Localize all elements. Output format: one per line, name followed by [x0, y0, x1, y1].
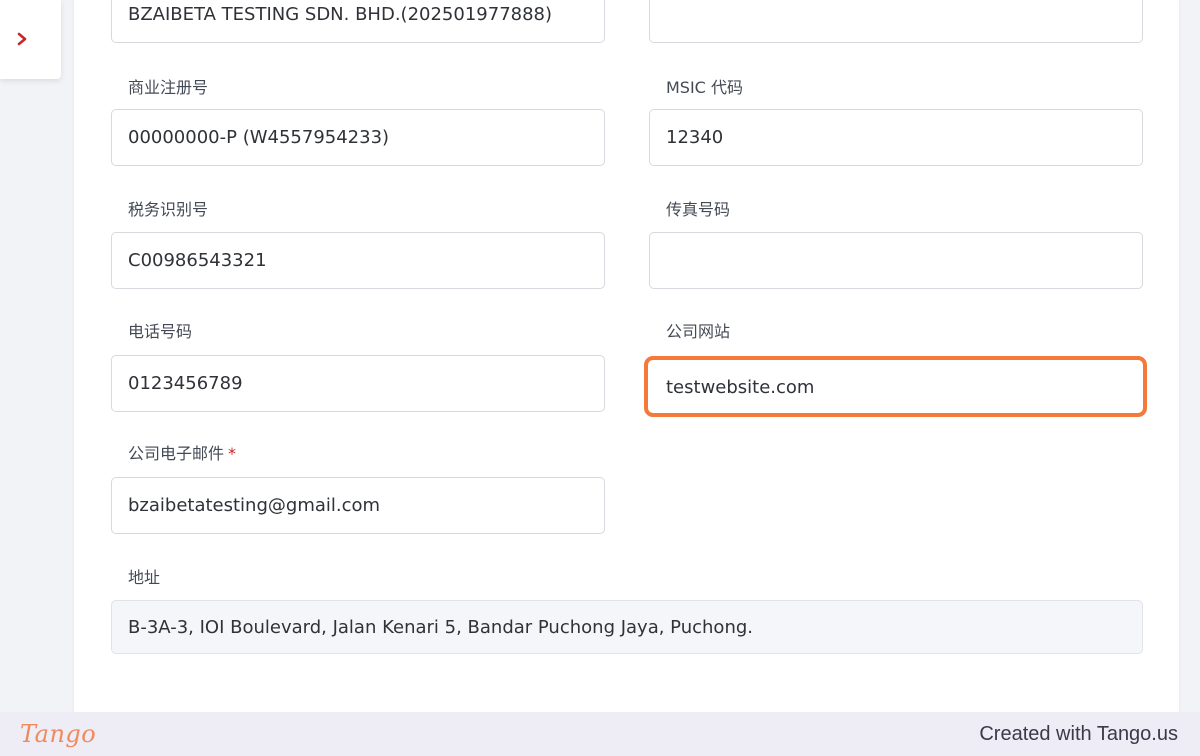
created-with-text: Created with Tango.us — [979, 722, 1178, 745]
phone-no-input[interactable]: 0123456789 — [111, 355, 605, 412]
business-reg-no-input[interactable]: 00000000-P (W4557954233) — [111, 109, 605, 166]
msic-code-label: MSIC 代码 — [666, 78, 743, 97]
top-right-input[interactable] — [649, 0, 1143, 43]
fax-no-label: 传真号码 — [666, 200, 731, 219]
website-label: 公司网站 — [666, 322, 731, 341]
required-asterisk: * — [228, 444, 237, 463]
email-label: 公司电子邮件 * — [128, 444, 237, 463]
email-input[interactable]: bzaibetatesting@gmail.com — [111, 477, 605, 534]
msic-code-input[interactable]: 12340 — [649, 109, 1143, 166]
phone-no-label: 电话号码 — [128, 322, 193, 341]
tango-logo: Tango — [20, 720, 97, 748]
address-input[interactable]: B-3A-3, IOI Boulevard, Jalan Kenari 5, B… — [111, 600, 1143, 654]
sidebar-expand-button[interactable] — [0, 0, 61, 79]
website-input[interactable]: testwebsite.com — [649, 359, 1143, 416]
tax-id-input[interactable]: C00986543321 — [111, 232, 605, 289]
address-label: 地址 — [128, 568, 161, 587]
tax-id-label: 税务识别号 — [128, 200, 209, 219]
company-name-input[interactable]: BZAIBETA TESTING SDN. BHD.(202501977888) — [111, 0, 605, 43]
tango-footer: Tango Created with Tango.us — [0, 712, 1200, 756]
fax-no-input[interactable] — [649, 232, 1143, 289]
business-reg-no-label: 商业注册号 — [128, 78, 209, 97]
chevron-right-icon — [17, 32, 26, 45]
